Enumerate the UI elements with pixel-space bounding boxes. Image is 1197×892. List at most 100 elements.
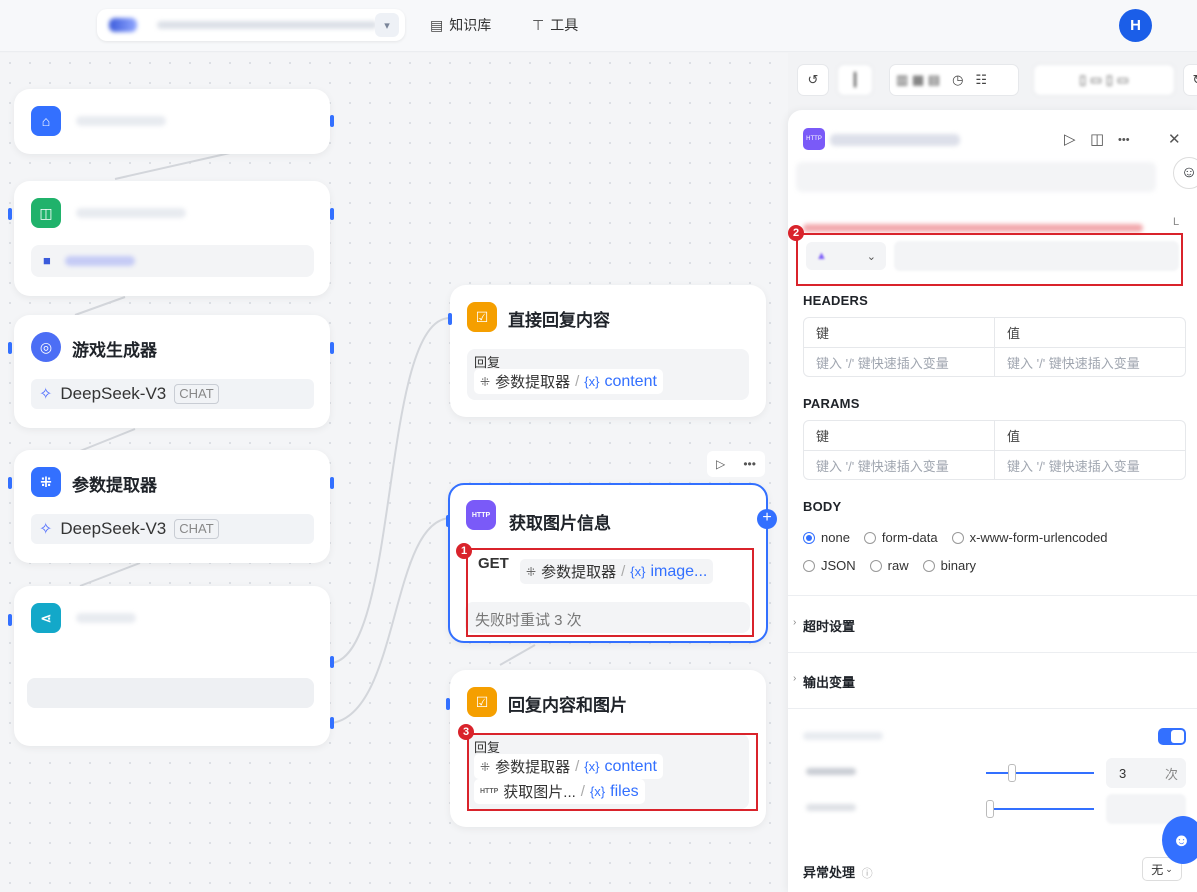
nav-knowledge-label: 知识库 (449, 17, 492, 33)
edge (331, 517, 451, 724)
more-icon[interactable]: ••• (743, 457, 756, 471)
toggle-knob (1171, 730, 1184, 743)
headers-label: HEADERS (803, 293, 868, 308)
radio-none[interactable]: none (803, 530, 850, 545)
output-port[interactable] (330, 477, 334, 489)
headers-table: 键 值 键入 '/' 键快速插入变量 键入 '/' 键快速插入变量 (803, 317, 1186, 377)
divider (788, 708, 1197, 709)
param-value-input[interactable]: 键入 '/' 键快速插入变量 (994, 451, 1185, 479)
corner-label: L (1173, 216, 1180, 228)
chevron-down-icon: ⌄ (1165, 863, 1173, 874)
radio-x-www-form-urlencoded[interactable]: x-www-form-urlencoded (951, 530, 1108, 545)
blurred-tool[interactable]: ▥ ▦ ▤ (896, 72, 940, 88)
input-port[interactable] (8, 614, 12, 626)
var-source: 参数提取器 (495, 374, 571, 391)
retry-count-slider[interactable] (986, 772, 1094, 774)
split-view-icon[interactable]: ◫ (1090, 130, 1104, 148)
output-port[interactable] (330, 208, 334, 220)
add-node-icon[interactable]: + (757, 509, 777, 529)
retry-count-input[interactable]: 3 次 (1106, 758, 1186, 788)
url-input[interactable] (894, 241, 1179, 271)
output-port[interactable] (330, 656, 334, 668)
header-value-input[interactable]: 键入 '/' 键快速插入变量 (994, 348, 1185, 376)
node-start[interactable]: ⌂ (12, 89, 334, 154)
input-port[interactable] (12, 115, 16, 127)
output-section-toggle[interactable]: › 输出变量 (793, 672, 855, 691)
blurred-node-name[interactable] (830, 134, 960, 146)
var-separator: / (575, 373, 580, 390)
input-port[interactable] (446, 515, 450, 527)
table-row: 键入 '/' 键快速插入变量 键入 '/' 键快速插入变量 (804, 450, 1185, 479)
table-header-row: 键 值 (804, 318, 1185, 347)
input-port[interactable] (8, 342, 12, 354)
input-port[interactable] (448, 313, 452, 325)
body-label: BODY (803, 499, 842, 514)
undo-icon[interactable]: ↺ (797, 64, 829, 96)
node-title: 获取图片信息 (509, 514, 611, 533)
checklist-icon[interactable]: ☷ (975, 72, 987, 88)
node-title: 直接回复内容 (508, 311, 610, 330)
model-name: DeepSeek-V3 (60, 384, 167, 403)
chat-assistant-button[interactable]: ☻ (1162, 816, 1197, 864)
param-key-input[interactable]: 键入 '/' 键快速插入变量 (804, 451, 994, 479)
nav-tools[interactable]: ⊤ 工具 (532, 15, 578, 35)
blurred-title (76, 613, 136, 623)
input-port[interactable] (446, 698, 450, 710)
timeout-section-toggle[interactable]: › 超时设置 (793, 616, 855, 635)
radio-dot (869, 559, 882, 572)
user-avatar[interactable]: H (1119, 9, 1152, 42)
node-game-generator[interactable]: ◎ 游戏生成器 ✧ DeepSeek-V3 CHAT (8, 315, 334, 428)
blurred-tool[interactable]: ┃ (837, 64, 873, 96)
branch-icon: ⋖ (31, 603, 61, 633)
input-port[interactable] (8, 477, 12, 489)
canvas-toolbar: ↺ ┃ ▥ ▦ ▤ ◷ ☷ ▯ ▭ ▯ ▭ ↻ (797, 64, 1197, 98)
output-port[interactable] (330, 342, 334, 354)
blurred-tool-group[interactable]: ▯ ▭ ▯ ▭ (1033, 64, 1175, 96)
radio-raw[interactable]: raw (869, 558, 909, 573)
radio-form-data[interactable]: form-data (863, 530, 938, 545)
help-icon[interactable]: ⓘ (862, 868, 873, 880)
retry-interval-slider[interactable] (986, 808, 1094, 810)
more-icon[interactable]: ••• (1118, 134, 1130, 146)
workflow-canvas[interactable]: ⌂ ◫ ■ ◎ 游戏生成器 ✧ DeepSeek-V3 CHAT ⁜ 参数提取器… (0, 53, 788, 892)
blurred-description[interactable] (796, 162, 1156, 192)
radio-binary[interactable]: binary (922, 558, 976, 573)
radio-dot (863, 531, 876, 544)
blurred-method: ▲ (816, 250, 827, 262)
chevron-down-icon[interactable]: ▾ (375, 13, 399, 37)
node-param-extractor[interactable]: ⁜ 参数提取器 ✧ DeepSeek-V3 CHAT (8, 450, 334, 563)
assistant-avatar-icon[interactable]: ☺ (1173, 157, 1197, 189)
exception-label: 异常处理 (803, 865, 856, 880)
retry-count-value: 3 (1119, 765, 1127, 781)
input-port[interactable] (8, 208, 12, 220)
model-row: ✧ DeepSeek-V3 CHAT (31, 379, 314, 409)
divider (788, 595, 1197, 596)
header-key-input[interactable]: 键入 '/' 键快速插入变量 (804, 348, 994, 376)
app-name-blurred (157, 21, 377, 29)
slider-handle[interactable] (1008, 764, 1016, 782)
http-icon: HTTP (466, 500, 496, 530)
nav-knowledge[interactable]: ▤ 知识库 (430, 15, 491, 35)
run-icon[interactable]: ▷ (716, 457, 725, 471)
close-icon[interactable]: ✕ (1168, 130, 1181, 148)
radio-dot (922, 559, 935, 572)
redo-icon[interactable]: ↻ (1183, 64, 1197, 96)
app-selector[interactable]: ▾ (97, 9, 405, 41)
method-select[interactable]: ▲ ⌄ (806, 242, 886, 270)
history-icon[interactable]: ◷ (952, 72, 963, 88)
radio-label: x-www-form-urlencoded (969, 530, 1108, 545)
slider-handle[interactable] (986, 800, 994, 818)
node-knowledge[interactable]: ◫ ■ (8, 181, 334, 296)
node-branch[interactable]: ⋖ (8, 586, 334, 746)
run-icon[interactable]: ▷ (1064, 130, 1076, 148)
radio-json[interactable]: JSON (803, 558, 856, 573)
app-logo-blurred (109, 18, 137, 32)
highlight-box-3 (467, 733, 758, 811)
deepseek-logo-icon: ✧ (39, 521, 53, 538)
node-settings-panel: HTTP ▷ ◫ ••• ✕ ☺ L 2 ▲ ⌄ HEADERS 键 值 键入 … (788, 110, 1197, 892)
edge (499, 644, 536, 666)
retry-toggle[interactable] (1158, 728, 1186, 745)
output-port[interactable] (330, 717, 334, 729)
output-port[interactable] (330, 115, 334, 127)
node-direct-reply[interactable]: ☑ 直接回复内容 回复 ⁜ 参数提取器 / {x} content (448, 285, 766, 417)
